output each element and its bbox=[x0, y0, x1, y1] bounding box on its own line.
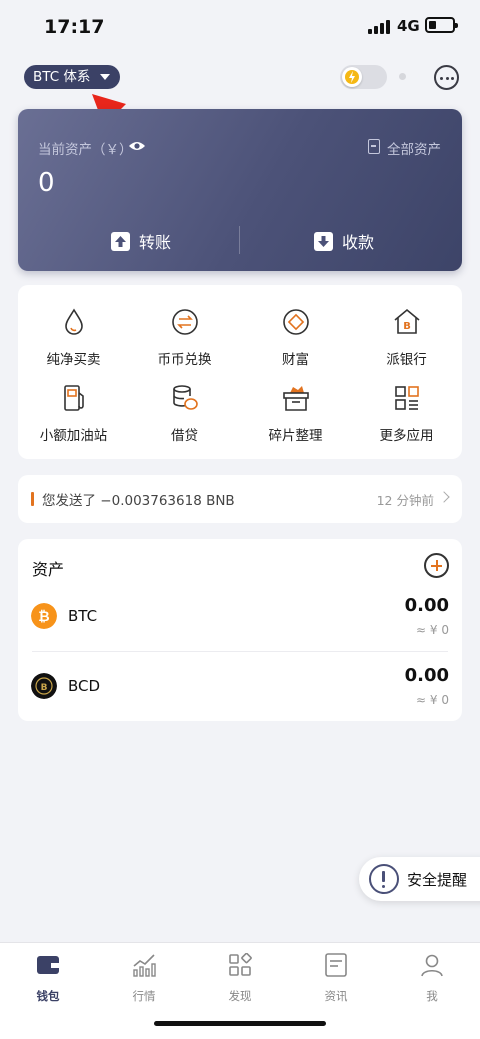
tab-discover[interactable]: 发现 bbox=[192, 953, 288, 1005]
notice-time: 12 分钟前 bbox=[376, 493, 434, 508]
discover-icon bbox=[229, 953, 252, 976]
action-gas-station[interactable]: 小额加油站 bbox=[18, 383, 129, 453]
asset-card: 当前资产（￥） 全部资产 0 转账 收款 bbox=[18, 109, 462, 271]
action-label: 纯净买卖 bbox=[46, 352, 101, 368]
status-bar: 17:17 4G bbox=[0, 0, 480, 56]
action-label: 小额加油站 bbox=[39, 428, 108, 444]
profile-icon bbox=[421, 954, 443, 977]
exclamation-icon bbox=[369, 864, 399, 894]
apps-grid-icon bbox=[395, 386, 419, 410]
svg-text:B: B bbox=[403, 321, 411, 332]
tab-label: 我 bbox=[426, 989, 438, 1003]
battery-icon bbox=[425, 17, 458, 33]
drop-icon bbox=[65, 308, 83, 335]
btc-logo-icon: ₿ bbox=[31, 603, 57, 629]
action-label: 碎片整理 bbox=[268, 428, 323, 444]
tab-wallet[interactable]: 钱包 bbox=[0, 953, 96, 1005]
box-icon bbox=[283, 386, 309, 411]
action-lending[interactable]: 借贷 bbox=[129, 383, 240, 453]
receive-label: 收款 bbox=[342, 233, 375, 252]
svg-text:₿: ₿ bbox=[38, 609, 49, 625]
action-label: 更多应用 bbox=[379, 428, 434, 444]
news-icon bbox=[325, 953, 347, 977]
action-coin-swap[interactable]: 币币兑换 bbox=[129, 307, 240, 377]
coin-fiat-value: ≈ ¥ 0 bbox=[416, 693, 449, 707]
asset-value: 0 bbox=[38, 168, 55, 198]
action-label: 派银行 bbox=[386, 352, 427, 368]
document-icon bbox=[368, 139, 380, 154]
all-assets-link[interactable]: 全部资产 bbox=[387, 138, 441, 158]
action-wealth[interactable]: 财富 bbox=[240, 307, 351, 377]
safety-reminder-label: 安全提醒 bbox=[407, 871, 468, 889]
action-pure-trade[interactable]: 纯净买卖 bbox=[18, 307, 129, 377]
asset-row-bcd[interactable]: B BCD 0.00 ≈ ¥ 0 bbox=[18, 651, 462, 721]
chevron-right-icon bbox=[438, 491, 450, 503]
action-fragment-cleanup[interactable]: 碎片整理 bbox=[240, 383, 351, 453]
tab-market[interactable]: 行情 bbox=[96, 953, 192, 1005]
tab-profile[interactable]: 我 bbox=[384, 953, 480, 1005]
network-type: 4G bbox=[397, 17, 420, 35]
action-label: 币币兑换 bbox=[157, 352, 212, 368]
lightning-toggle[interactable] bbox=[340, 65, 387, 89]
action-pai-bank[interactable]: B 派银行 bbox=[351, 307, 462, 377]
bcd-logo-icon: B bbox=[31, 673, 57, 699]
transaction-notice[interactable]: 您发送了 −0.003763618 BNB 12 分钟前 bbox=[18, 475, 462, 523]
home-indicator bbox=[154, 1021, 326, 1026]
coins-icon bbox=[173, 385, 198, 410]
notice-text: 您发送了 −0.003763618 BNB bbox=[42, 493, 235, 509]
coin-symbol: BCD bbox=[68, 677, 101, 695]
wealth-icon bbox=[283, 309, 309, 335]
download-arrow-icon bbox=[314, 231, 333, 251]
tab-label: 资讯 bbox=[324, 989, 348, 1003]
notice-accent-bar bbox=[31, 492, 34, 506]
assets-card: 资产 ₿ BTC 0.00 ≈ ¥ 0 B BCD 0.00 ≈ ¥ 0 bbox=[18, 539, 462, 721]
message-button[interactable] bbox=[434, 65, 459, 90]
bank-icon: B bbox=[394, 308, 420, 334]
action-more-apps[interactable]: 更多应用 bbox=[351, 383, 462, 453]
status-time: 17:17 bbox=[44, 16, 105, 38]
card-divider bbox=[239, 226, 240, 254]
lightning-icon bbox=[345, 70, 359, 84]
action-label: 借贷 bbox=[171, 428, 198, 444]
tab-news[interactable]: 资讯 bbox=[288, 953, 384, 1005]
caret-down-icon bbox=[100, 74, 111, 80]
system-selector-label: BTC 体系 bbox=[33, 69, 91, 85]
asset-row-btc[interactable]: ₿ BTC 0.00 ≈ ¥ 0 bbox=[18, 581, 462, 651]
receive-button[interactable]: 收款 bbox=[314, 228, 374, 254]
coin-amount: 0.00 bbox=[404, 665, 449, 686]
tab-label: 钱包 bbox=[36, 989, 60, 1003]
assets-title: 资产 bbox=[32, 560, 65, 579]
quick-actions-grid: 纯净买卖 币币兑换 财富 B 派银行 小额加油站 借贷 碎片整理 更多应用 bbox=[18, 285, 462, 459]
eye-icon[interactable] bbox=[128, 140, 146, 152]
coin-symbol: BTC bbox=[68, 607, 98, 625]
chart-icon bbox=[133, 954, 156, 977]
action-label: 财富 bbox=[282, 352, 309, 368]
transfer-button[interactable]: 转账 bbox=[111, 228, 171, 254]
gas-station-icon bbox=[64, 385, 84, 411]
tab-label: 发现 bbox=[228, 989, 252, 1003]
exchange-icon bbox=[172, 309, 198, 335]
safety-reminder-button[interactable]: 安全提醒 bbox=[359, 857, 480, 901]
svg-text:B: B bbox=[41, 683, 48, 693]
coin-amount: 0.00 bbox=[404, 595, 449, 616]
coin-fiat-value: ≈ ¥ 0 bbox=[416, 623, 449, 637]
signal-icon bbox=[368, 20, 392, 34]
system-selector[interactable]: BTC 体系 bbox=[24, 65, 121, 89]
upload-arrow-icon bbox=[111, 231, 130, 251]
transfer-label: 转账 bbox=[139, 233, 172, 252]
status-dot bbox=[399, 73, 406, 80]
add-asset-button[interactable] bbox=[424, 553, 449, 578]
tab-label: 行情 bbox=[132, 989, 156, 1003]
toggle-knob bbox=[342, 67, 362, 87]
wallet-icon bbox=[37, 956, 59, 974]
asset-label: 当前资产（￥） bbox=[38, 142, 133, 158]
